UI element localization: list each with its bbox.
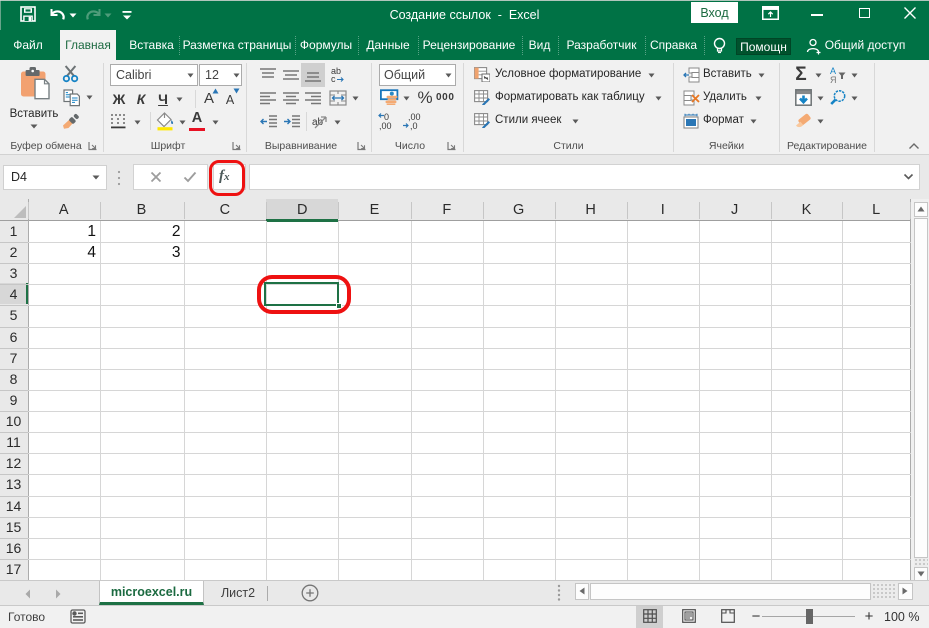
svg-text:,00: ,00 — [379, 121, 392, 131]
svg-text:,0: ,0 — [410, 121, 418, 131]
svg-text:c: c — [331, 74, 336, 84]
svg-text:Я: Я — [830, 75, 837, 84]
svg-text:ab: ab — [312, 117, 324, 128]
